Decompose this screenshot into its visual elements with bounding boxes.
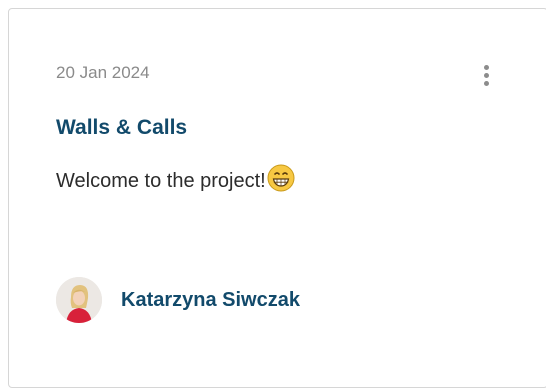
post-message: Welcome to the project!	[56, 164, 295, 198]
post-title-link[interactable]: Walls & Calls	[56, 116, 187, 140]
grinning-face-emoji-icon	[267, 164, 295, 198]
more-vertical-icon-dot	[484, 81, 489, 86]
more-options-button[interactable]	[475, 61, 499, 91]
author-name: Katarzyna Siwczak	[121, 288, 300, 311]
post-card: 20 Jan 2024 Walls & Calls Welcome to the…	[8, 8, 546, 388]
post-message-text: Welcome to the project!	[56, 170, 266, 192]
post-date: 20 Jan 2024	[56, 63, 150, 82]
avatar	[56, 277, 102, 323]
more-vertical-icon-dot	[484, 73, 489, 78]
more-vertical-icon	[484, 65, 489, 70]
author-link[interactable]: Katarzyna Siwczak	[56, 276, 300, 324]
